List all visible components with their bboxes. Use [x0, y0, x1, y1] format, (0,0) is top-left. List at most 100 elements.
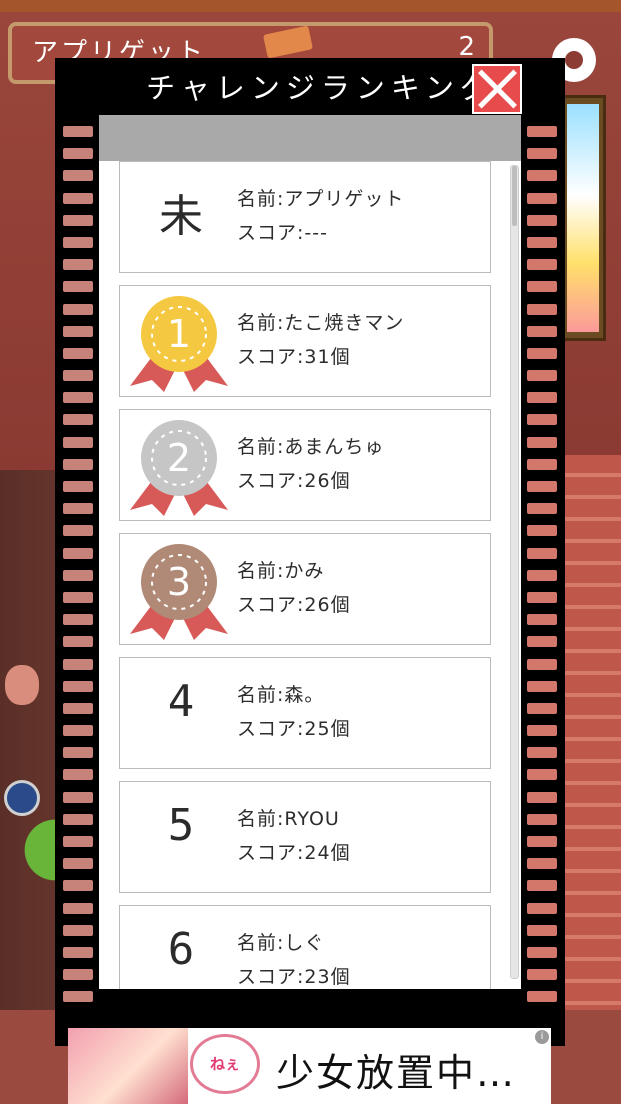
film-hole	[527, 658, 557, 670]
film-hole	[63, 769, 93, 781]
film-hole	[63, 236, 93, 248]
film-hole	[63, 259, 93, 271]
film-hole	[63, 614, 93, 626]
ranking-card: 3 名前:かみ スコア:26個	[119, 533, 491, 645]
ranking-card: 1 名前:たこ焼きマン スコア:31個	[119, 285, 491, 397]
film-hole	[63, 170, 93, 182]
film-hole	[63, 991, 93, 1003]
film-hole	[63, 813, 93, 825]
film-hole	[63, 902, 93, 914]
film-hole	[527, 569, 557, 581]
close-button[interactable]	[472, 64, 522, 114]
film-hole	[63, 370, 93, 382]
film-hole	[527, 769, 557, 781]
film-hole	[527, 170, 557, 182]
film-hole	[63, 680, 93, 692]
player-score: スコア:25個	[237, 718, 351, 740]
film-hole	[63, 325, 93, 337]
film-hole	[63, 924, 93, 936]
film-hole	[63, 392, 93, 404]
film-hole	[63, 525, 93, 537]
player-score: スコア:31個	[237, 346, 351, 368]
rank-label: 6	[167, 924, 195, 975]
film-hole	[63, 969, 93, 981]
film-hole	[63, 591, 93, 603]
film-hole	[63, 569, 93, 581]
player-score: スコア:24個	[237, 842, 351, 864]
film-hole	[527, 636, 557, 648]
film-hole	[527, 924, 557, 936]
silver-medal-icon: 2	[130, 420, 228, 516]
film-hole	[527, 614, 557, 626]
scroll-thumb[interactable]	[512, 166, 517, 226]
film-hole	[527, 858, 557, 870]
poster	[560, 95, 606, 341]
film-hole	[527, 503, 557, 515]
film-perforations-right	[527, 126, 557, 1026]
film-hole	[63, 725, 93, 737]
ranking-card: 6 名前:しぐ スコア:23個	[119, 905, 491, 989]
film-hole	[63, 458, 93, 470]
svg-text:2: 2	[167, 436, 191, 480]
ad-text: 少女放置中…	[276, 1051, 517, 1095]
player-name: 名前:RYOU	[237, 808, 340, 830]
wall-trim	[0, 0, 621, 12]
film-hole	[527, 813, 557, 825]
film-hole	[527, 481, 557, 492]
ad-info-icon[interactable]: i	[535, 1030, 549, 1044]
film-hole	[527, 192, 557, 204]
film-hole	[527, 281, 557, 293]
film-hole	[63, 636, 93, 648]
rank-label: 5	[167, 800, 195, 851]
ranking-card: 2 名前:あまんちゅ スコア:26個	[119, 409, 491, 521]
film-hole	[63, 946, 93, 958]
bronze-medal-icon: 3	[130, 544, 228, 640]
film-hole	[527, 725, 557, 737]
player-name: 名前:あまんちゅ	[237, 436, 385, 458]
player-name: 名前:アプリゲット	[237, 188, 405, 210]
film-hole	[63, 281, 93, 293]
film-hole	[527, 214, 557, 226]
film-perforations-left	[63, 126, 93, 1026]
film-hole	[63, 126, 93, 137]
scrollbar[interactable]	[510, 165, 519, 979]
film-hole	[527, 392, 557, 404]
film-hole	[527, 547, 557, 559]
film-hole	[527, 325, 557, 337]
film-hole	[63, 503, 93, 515]
rank-label: 未	[159, 191, 203, 242]
film-hole	[63, 436, 93, 448]
player-score: スコア:26個	[237, 594, 351, 616]
ad-speech-bubble: ねぇ	[190, 1034, 260, 1094]
film-hole	[63, 303, 93, 315]
film-hole	[527, 880, 557, 892]
film-hole	[527, 946, 557, 958]
film-hole	[63, 547, 93, 559]
ad-character-image	[68, 1028, 188, 1104]
film-hole	[527, 347, 557, 359]
player-name: 名前:森。	[237, 684, 325, 706]
rank-label: 4	[167, 676, 195, 727]
film-hole	[63, 192, 93, 204]
film-hole	[527, 414, 557, 426]
film-hole	[527, 259, 557, 271]
film-hole	[63, 836, 93, 847]
ranking-card: 4 名前:森。 スコア:25個	[119, 657, 491, 769]
film-hole	[63, 658, 93, 670]
modal-title: チャレンジランキング	[146, 71, 495, 105]
teddy-bear-icon	[5, 665, 39, 705]
svg-text:3: 3	[167, 560, 191, 604]
film-hole	[527, 525, 557, 537]
player-name: 名前:かみ	[237, 560, 325, 582]
film-hole	[63, 791, 93, 803]
ad-banner[interactable]: ねぇ 少女放置中… i	[68, 1028, 551, 1104]
film-hole	[63, 214, 93, 226]
film-hole	[527, 836, 557, 847]
ranking-card-self: 未 名前:アプリゲット スコア:---	[119, 161, 491, 273]
player-name: 名前:たこ焼きマン	[237, 312, 405, 334]
ranking-list[interactable]: 未 名前:アプリゲット スコア:--- 1 名前:たこ焼きマン スコア:31個 …	[99, 161, 521, 989]
player-score: スコア:26個	[237, 470, 351, 492]
film-hole	[63, 347, 93, 359]
film-hole	[63, 858, 93, 870]
film-hole	[527, 370, 557, 382]
